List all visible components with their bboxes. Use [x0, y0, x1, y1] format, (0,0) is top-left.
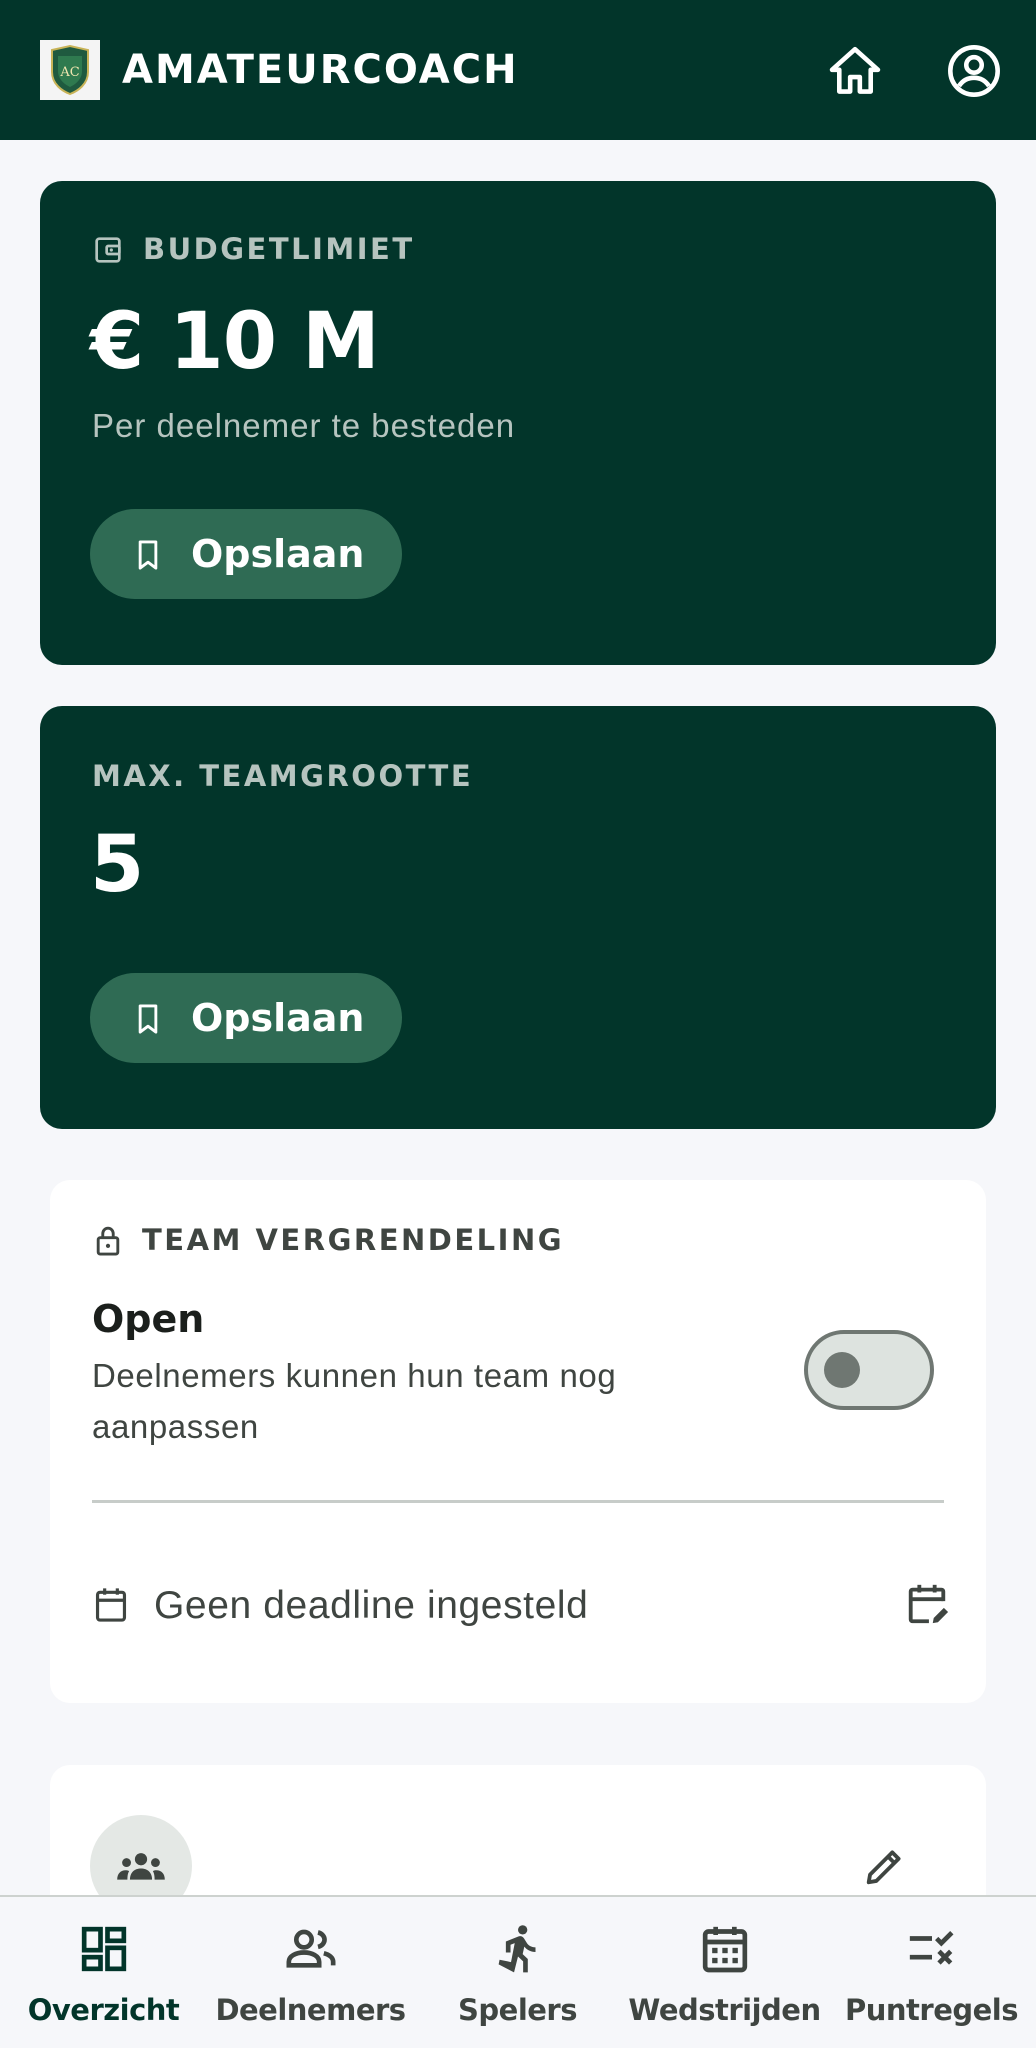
team-lock-label-row: TEAM VERGRENDELING — [92, 1222, 564, 1258]
svg-text:AC: AC — [59, 65, 79, 80]
team-size-value: 5 — [90, 820, 144, 910]
budget-subtitle: Per deelnemer te besteden — [92, 407, 516, 444]
nav-label-deelnemers: Deelnemers — [215, 1993, 406, 2027]
wallet-icon — [92, 234, 124, 266]
team-lock-label: TEAM VERGRENDELING — [142, 1223, 565, 1257]
save-team-size-label: Opslaan — [191, 996, 365, 1040]
lock-state: Open — [92, 1297, 205, 1341]
lock-icon — [92, 1224, 124, 1258]
budget-label: BUDGETLIMIET — [143, 232, 415, 266]
save-budget-label: Opslaan — [191, 532, 365, 576]
pencil-icon[interactable] — [862, 1843, 908, 1889]
nav-label-overzicht: Overzicht — [27, 1993, 180, 2027]
nav-wedstrijden[interactable]: Wedstrijden — [621, 1897, 828, 2048]
team-size-card: MAX. TEAMGROOTTE 5 Opslaan — [40, 706, 996, 1129]
rule-icon — [904, 1921, 960, 1977]
app-header: AC AMATEURCOACH — [0, 0, 1036, 140]
save-team-size-button[interactable]: Opslaan — [90, 973, 402, 1063]
crest-icon: AC — [51, 44, 89, 96]
lock-description: Deelnemers kunnen hun team nog aanpassen — [92, 1357, 617, 1445]
deadline-text: Geen deadline ingesteld — [154, 1584, 589, 1627]
bottom-navigation: Overzicht Deelnemers Spelers Wedstrijden… — [0, 1895, 1036, 2048]
account-circle-icon[interactable] — [945, 42, 1003, 100]
team-lock-card: TEAM VERGRENDELING Open Deelnemers kunne… — [50, 1180, 986, 1703]
budget-label-row: BUDGETLIMIET — [92, 231, 415, 267]
bookmark-icon — [132, 538, 164, 572]
app-title: AMATEURCOACH — [122, 47, 519, 93]
nav-deelnemers[interactable]: Deelnemers — [207, 1897, 414, 2048]
nav-spelers[interactable]: Spelers — [414, 1897, 621, 2048]
toggle-knob — [824, 1352, 860, 1388]
running-player-icon — [490, 1921, 546, 1977]
save-budget-button[interactable]: Opslaan — [90, 509, 402, 599]
calendar-month-icon — [697, 1921, 753, 1977]
people-icon — [283, 1921, 339, 1977]
nav-overzicht[interactable]: Overzicht — [0, 1897, 207, 2048]
divider — [92, 1500, 944, 1503]
calendar-edit-icon[interactable] — [904, 1580, 950, 1628]
nav-label-spelers: Spelers — [458, 1993, 578, 2027]
calendar-icon — [92, 1584, 130, 1626]
deadline-row: Geen deadline ingesteld — [92, 1580, 949, 1640]
nav-label-puntregels: Puntregels — [844, 1993, 1019, 2027]
budget-card: BUDGETLIMIET € 10 M Per deelnemer te bes… — [40, 181, 996, 665]
nav-puntregels[interactable]: Puntregels — [828, 1897, 1035, 2048]
team-lock-toggle[interactable] — [804, 1330, 934, 1410]
team-size-label: MAX. TEAMGROOTTE — [92, 759, 474, 793]
bookmark-icon — [132, 1002, 164, 1036]
club-crest-logo[interactable]: AC — [40, 40, 100, 100]
budget-value: € 10 M — [90, 297, 380, 387]
nav-label-wedstrijden: Wedstrijden — [628, 1993, 821, 2027]
dashboard-icon — [76, 1921, 132, 1977]
home-icon[interactable] — [826, 42, 884, 100]
